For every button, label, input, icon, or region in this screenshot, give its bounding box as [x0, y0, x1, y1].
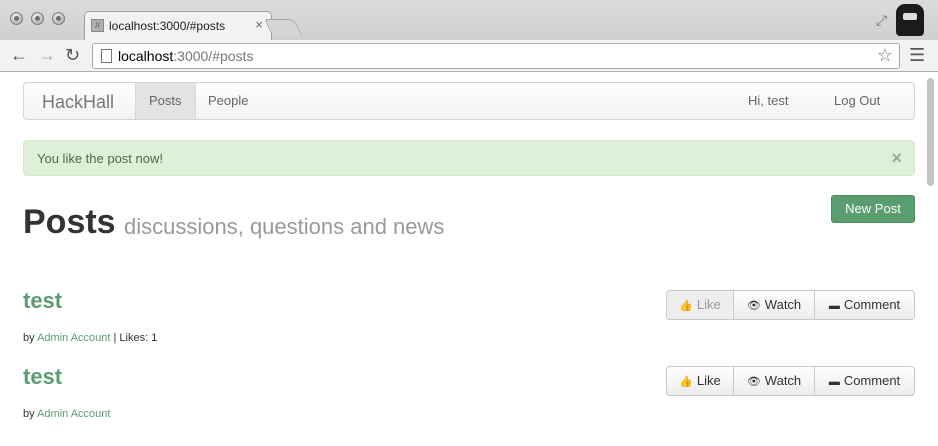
- author-link[interactable]: Admin Account: [37, 332, 110, 344]
- app-navbar: HackHall Posts People Hi, test Log Out: [23, 82, 915, 120]
- likes-count: | Likes: 1: [110, 332, 158, 344]
- thumbs-up-icon: 👍: [679, 300, 693, 312]
- window-maximize-icon[interactable]: [52, 12, 65, 25]
- thumbs-up-icon: 👍: [679, 376, 693, 388]
- like-button[interactable]: 👍 Like: [667, 367, 734, 395]
- page-favicon-icon: //: [91, 19, 104, 32]
- page-subtitle: discussions, questions and news: [124, 214, 445, 239]
- like-button[interactable]: 👍 Like: [667, 291, 734, 319]
- browser-titlebar: // localhost:3000/#posts × ⤢: [0, 0, 938, 40]
- alert-message: You like the post now!: [37, 151, 163, 166]
- logout-link[interactable]: Log Out: [821, 83, 893, 119]
- fullscreen-icon[interactable]: ⤢: [876, 12, 887, 29]
- success-alert: You like the post now! ×: [23, 140, 915, 176]
- page-icon: [101, 49, 112, 63]
- star-icon[interactable]: ☆: [877, 45, 893, 66]
- window-minimize-icon[interactable]: [31, 12, 44, 25]
- browser-tab[interactable]: // localhost:3000/#posts ×: [84, 11, 272, 40]
- user-greeting[interactable]: Hi, test: [735, 83, 801, 119]
- nav-people[interactable]: People: [195, 83, 261, 119]
- nav-posts[interactable]: Posts: [135, 83, 196, 119]
- eye-icon: 👁: [746, 300, 761, 312]
- comment-button[interactable]: ▬ Comment: [815, 367, 914, 395]
- eye-icon: 👁: [746, 376, 761, 388]
- arrow-right-icon[interactable]: →: [38, 44, 56, 66]
- speech-bubble-icon: ▬: [828, 300, 840, 312]
- post-meta: by Admin Account: [23, 408, 111, 420]
- new-post-button[interactable]: New Post: [831, 195, 915, 223]
- watch-button[interactable]: 👁 Watch: [734, 291, 815, 319]
- tab-title: localhost:3000/#posts: [109, 19, 226, 33]
- arrow-left-icon[interactable]: ←: [10, 44, 28, 66]
- page-title: Posts: [23, 203, 116, 241]
- author-link[interactable]: Admin Account: [37, 408, 110, 420]
- watch-button[interactable]: 👁 Watch: [734, 367, 815, 395]
- new-tab-button[interactable]: [264, 19, 302, 35]
- speech-bubble-icon: ▬: [828, 376, 840, 388]
- address-bar[interactable]: localhost:3000/#posts ☆: [92, 43, 900, 69]
- brand-logo[interactable]: HackHall: [42, 92, 114, 113]
- close-icon[interactable]: ×: [891, 148, 902, 169]
- browser-toolbar: ← → ↻ localhost:3000/#posts ☆ ☰: [0, 40, 938, 72]
- profile-avatar-icon[interactable]: [896, 4, 924, 36]
- tab-close-icon[interactable]: ×: [255, 17, 263, 32]
- window-close-icon[interactable]: [10, 12, 23, 25]
- page-scrollbar[interactable]: [927, 78, 934, 186]
- comment-button[interactable]: ▬ Comment: [815, 291, 914, 319]
- post-actions: 👍 Like 👁 Watch ▬ Comment: [666, 290, 915, 320]
- post-actions: 👍 Like 👁 Watch ▬ Comment: [666, 366, 915, 396]
- reload-icon[interactable]: ↻: [65, 44, 80, 66]
- url-text[interactable]: localhost:3000/#posts: [118, 48, 253, 64]
- hamburger-menu-icon[interactable]: ☰: [909, 45, 925, 66]
- post-title[interactable]: test: [23, 288, 62, 314]
- post-meta: by Admin Account | Likes: 1: [23, 332, 158, 344]
- post-title[interactable]: test: [23, 364, 62, 390]
